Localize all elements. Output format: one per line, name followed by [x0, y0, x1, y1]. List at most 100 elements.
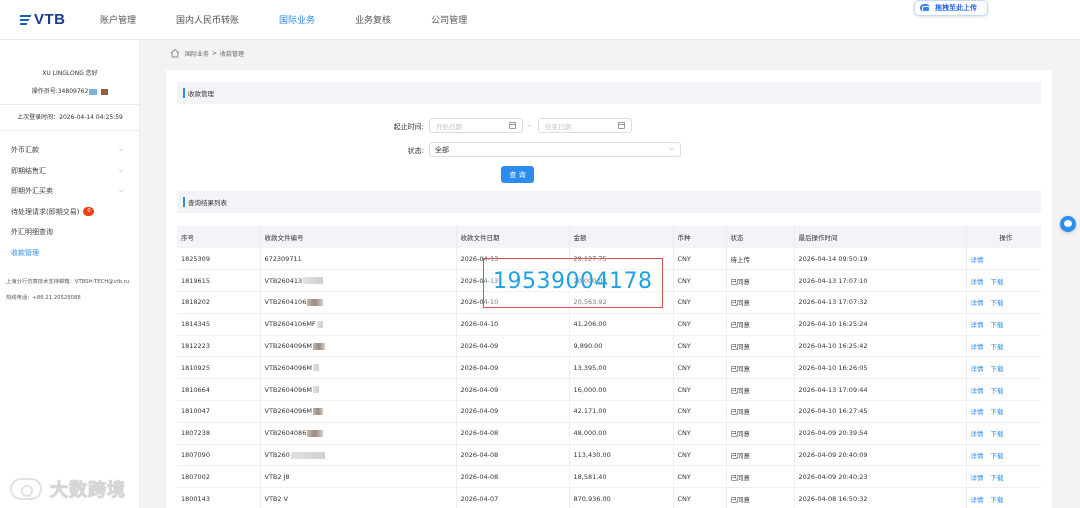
column-header[interactable]: 序号 [177, 226, 261, 248]
detail-link[interactable]: 详情 [971, 278, 984, 286]
table-row: 1810664 VTB2604096M 2026-04-09 16,000.00… [177, 378, 1041, 402]
cell-file-no: VTB2 J8 [260, 465, 457, 489]
column-header[interactable]: 收款文件日期 [456, 226, 570, 248]
cell-amount: 13,395.00 [569, 356, 674, 380]
cell-currency: CNY [673, 444, 727, 467]
cell-last-op: 2026-04-13 17:09:44 [794, 378, 967, 402]
detail-link[interactable]: 详情 [971, 408, 984, 416]
detail-link[interactable]: 详情 [971, 256, 984, 264]
cell-file-no: VTB260413 [260, 269, 457, 293]
cell-currency: CNY [673, 269, 727, 293]
nav-international-business[interactable]: 国际业务 [279, 13, 315, 26]
sidebar-item-foreign-remittance[interactable]: 外币汇款 ⌵ [0, 140, 140, 161]
nav-domestic-rmb-transfer[interactable]: 国内人民币转账 [176, 13, 239, 26]
vtb-logo[interactable]: VTB [19, 11, 66, 28]
sidebar: XU LINGLONG 您好 操作员号:34809762 上次登录时间：2026… [0, 40, 140, 508]
pending-count-badge: 0 [83, 207, 95, 217]
cell-currency: CNY [673, 378, 727, 402]
chevron-down-icon: ⌵ [119, 187, 124, 194]
date-range-label: 起止时间: [393, 123, 424, 131]
download-link[interactable]: 下载 [991, 408, 1004, 416]
download-link[interactable]: 下载 [991, 430, 1004, 438]
table-row: 1807238 VTB2604086 2026-04-08 48,000.00 … [177, 422, 1041, 445]
cell-id: 1810664 [177, 378, 261, 402]
cell-status: 已同意 [726, 487, 795, 508]
detail-link[interactable]: 详情 [971, 430, 984, 438]
calendar-icon [509, 122, 516, 129]
cell-status: 待上传 [726, 248, 795, 271]
column-header[interactable]: 状态 [726, 226, 795, 248]
detail-link[interactable]: 详情 [971, 387, 984, 395]
cell-currency: CNY [673, 335, 727, 358]
column-header[interactable]: 币种 [673, 226, 727, 248]
download-link[interactable]: 下载 [991, 496, 1004, 504]
sidebar-item-spot-fx-trading[interactable]: 即期外汇买卖 ⌵ [0, 181, 140, 202]
section-title: 查询结果列表 [188, 199, 227, 207]
table-header-row: 序号 收款文件编号 收款文件日期 金额 币种 状态 最后操作时间 操作 [177, 226, 1041, 248]
cell-status: 已同意 [726, 335, 795, 358]
drag-upload-button[interactable]: 拖拽至此上传 [914, 0, 988, 16]
sidebar-item-collection-management[interactable]: 收款管理 [0, 243, 140, 264]
column-header[interactable]: 收款文件编号 [260, 226, 457, 248]
phone-overlay-number: 19539004178 [493, 269, 653, 294]
detail-link[interactable]: 详情 [971, 365, 984, 373]
breadcrumb-parent[interactable]: 国际业务 [185, 49, 209, 58]
cell-date: 2026-04-09 [456, 356, 570, 380]
chevron-down-icon: ⌵ [119, 146, 124, 153]
download-link[interactable]: 下载 [991, 387, 1004, 395]
table-row: 1810925 VTB2604096M 2026-04-09 13,395.00… [177, 356, 1041, 380]
column-header[interactable]: 金额 [569, 226, 674, 248]
operator-id: 操作员号:34809762 [0, 86, 140, 95]
detail-link[interactable]: 详情 [971, 452, 984, 460]
download-link[interactable]: 下载 [991, 299, 1004, 307]
detail-link[interactable]: 详情 [971, 343, 984, 351]
sidebar-item-spot-fx-settlement[interactable]: 即期结售汇 ⌵ [0, 161, 140, 182]
download-link[interactable]: 下载 [991, 321, 1004, 329]
end-date-input[interactable]: 结束日期 [538, 118, 632, 133]
home-icon[interactable] [170, 48, 180, 58]
download-link[interactable]: 下载 [991, 343, 1004, 351]
operator-id-text: 操作员号:34809762 [31, 88, 89, 95]
redacted-block [303, 277, 324, 285]
start-date-input[interactable]: 开始日期 [429, 118, 523, 133]
cell-date: 2026-04-07 [456, 487, 570, 508]
cell-actions: 详情 下载 [966, 291, 1041, 314]
cell-date: 2026-04-08 [456, 422, 570, 445]
column-header[interactable]: 最后操作时间 [794, 226, 967, 248]
detail-link[interactable]: 详情 [971, 496, 984, 504]
download-link[interactable]: 下载 [991, 278, 1004, 286]
cell-actions: 详情 下载 [966, 400, 1041, 423]
nav-company-management[interactable]: 公司管理 [431, 13, 467, 26]
divider [0, 104, 140, 105]
top-nav: 账户管理 国内人民币转账 国际业务 业务复核 公司管理 [100, 13, 507, 26]
query-button[interactable]: 查 询 [501, 166, 534, 183]
cell-date: 2026-04-09 [456, 378, 570, 402]
chevron-down-icon: ⌵ [669, 145, 674, 152]
cell-status: 已同意 [726, 313, 795, 336]
download-link[interactable]: 下载 [991, 474, 1004, 482]
detail-link[interactable]: 详情 [971, 321, 984, 329]
vtb-logo-icon [19, 14, 32, 25]
redacted-block [101, 88, 109, 95]
nav-business-review[interactable]: 业务复核 [355, 13, 391, 26]
status-select[interactable]: 全部 ⌵ [429, 142, 681, 157]
detail-link[interactable]: 详情 [971, 299, 984, 307]
watermark-text: 大数跨境 [50, 480, 126, 502]
sidebar-item-label: 收款管理 [11, 248, 39, 257]
cell-currency: CNY [673, 400, 727, 423]
chat-float-icon[interactable] [1060, 216, 1076, 232]
detail-link[interactable]: 详情 [971, 474, 984, 482]
watermark: 大数跨境 [10, 476, 126, 502]
download-link[interactable]: 下载 [991, 452, 1004, 460]
sidebar-item-pending-requests[interactable]: 待处理请求(即期交易) 0 [0, 202, 140, 223]
cell-actions: 详情 [966, 248, 1041, 271]
table-row: 1810047 VTB2604096M 2026-04-09 42,171.00… [177, 400, 1041, 423]
cell-amount: 113,430.00 [569, 444, 674, 467]
breadcrumb: 国际业务 > 收款管理 [170, 48, 244, 58]
nav-account-management[interactable]: 账户管理 [100, 13, 136, 26]
file-no-text: VTB2604086 [264, 429, 307, 438]
section-title: 收款管理 [188, 90, 214, 98]
support-email: 上海分行仿真技术支持邮箱：VTBSH-TECH@vtb.ru [6, 279, 130, 285]
download-link[interactable]: 下载 [991, 365, 1004, 373]
sidebar-item-fx-detail-query[interactable]: 外汇明细查询 [0, 222, 140, 243]
